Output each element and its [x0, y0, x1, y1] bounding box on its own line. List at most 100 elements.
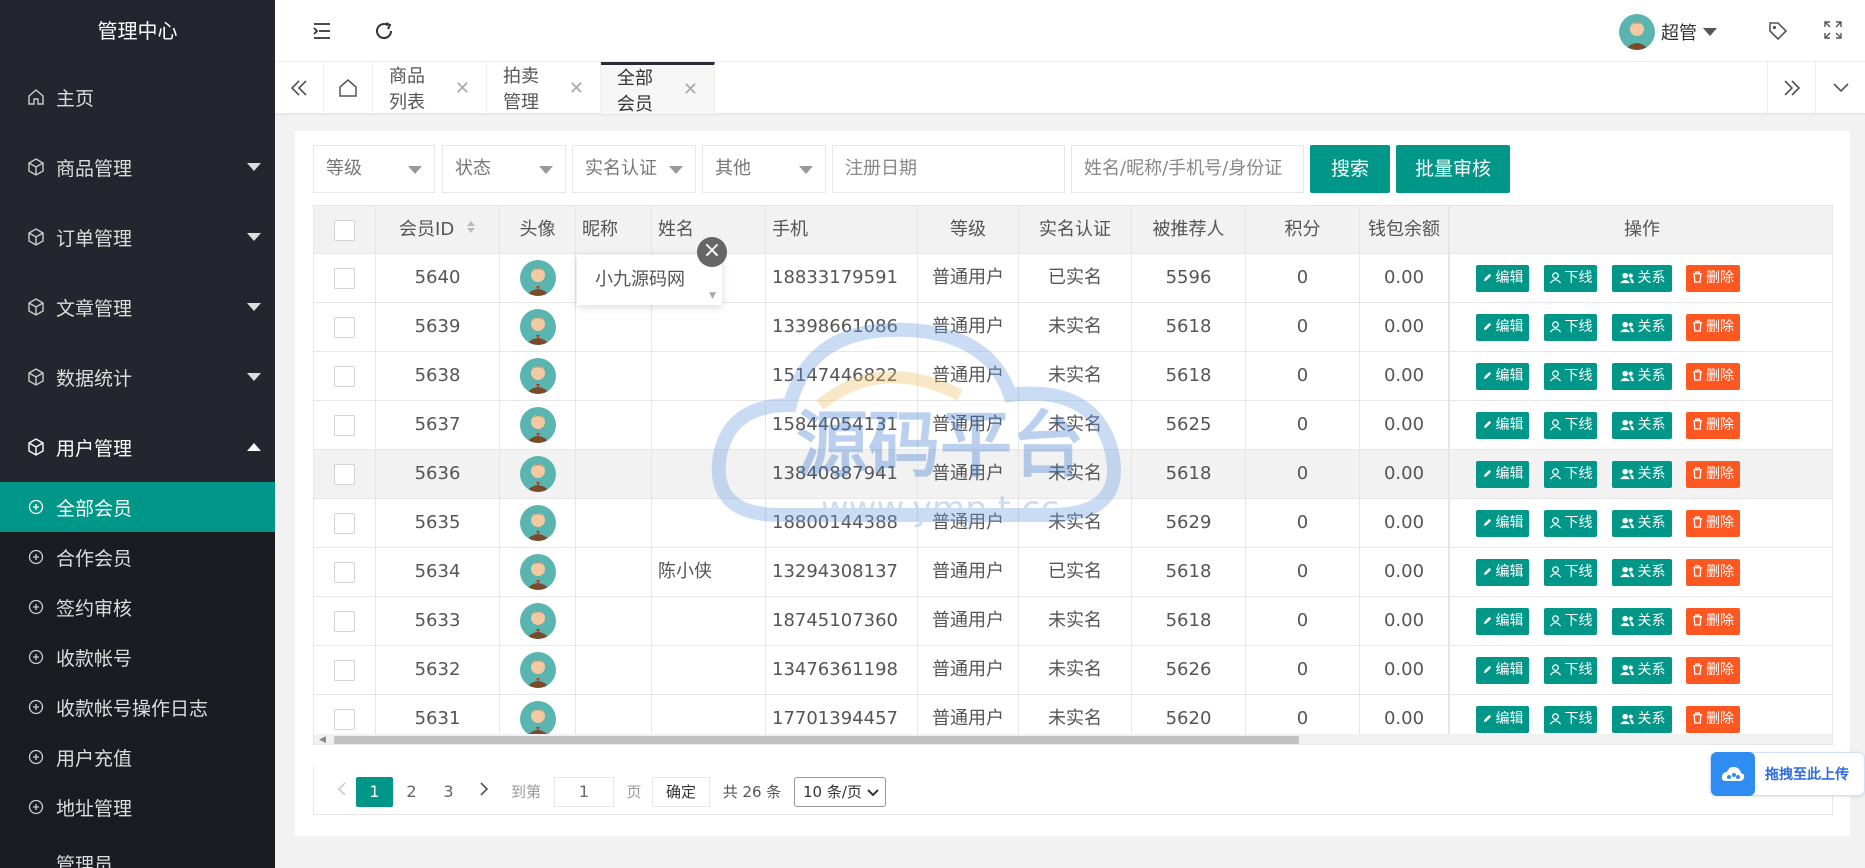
avatar[interactable] — [519, 505, 556, 541]
sidebar-subitem-payment-accounts[interactable]: 收款帐号 — [0, 632, 275, 682]
relation-button[interactable]: 关系 — [1612, 363, 1672, 390]
avatar[interactable] — [519, 407, 556, 443]
relation-button[interactable]: 关系 — [1612, 314, 1672, 341]
row-checkbox[interactable] — [334, 316, 355, 338]
row-checkbox[interactable] — [334, 561, 355, 583]
col-header-id[interactable]: 会员ID — [376, 206, 500, 254]
realname-select[interactable]: 实名认证 — [572, 145, 696, 193]
fullscreen-icon[interactable] — [1823, 20, 1845, 42]
offline-button[interactable]: 下线 — [1544, 608, 1597, 635]
tooltip-close-button[interactable]: × — [697, 237, 727, 267]
tabs-menu-button[interactable] — [1816, 62, 1865, 114]
sidebar-item-home[interactable]: 主页 — [0, 62, 275, 132]
select-all-checkbox[interactable] — [334, 219, 355, 241]
avatar[interactable] — [519, 603, 556, 639]
page-2-button[interactable]: 2 — [393, 777, 430, 807]
keyword-search-input[interactable]: 姓名/昵称/手机号/身份证 — [1071, 145, 1304, 193]
relation-button[interactable]: 关系 — [1612, 559, 1672, 586]
offline-button[interactable]: 下线 — [1544, 461, 1597, 488]
tab-all-members[interactable]: 全部会员 ✕ — [601, 62, 715, 115]
row-checkbox[interactable] — [334, 365, 355, 387]
page-size-select[interactable]: 10 条/页 — [794, 777, 886, 807]
goto-confirm-button[interactable]: 确定 — [652, 777, 710, 807]
edit-button[interactable]: 编辑 — [1476, 412, 1529, 439]
goto-page-input[interactable]: 1 — [554, 777, 614, 807]
other-select[interactable]: 其他 — [702, 145, 826, 193]
page-3-button[interactable]: 3 — [430, 777, 467, 807]
edit-button[interactable]: 编辑 — [1476, 314, 1529, 341]
edit-button[interactable]: 编辑 — [1476, 265, 1529, 292]
edit-button[interactable]: 编辑 — [1476, 706, 1529, 733]
relation-button[interactable]: 关系 — [1612, 657, 1672, 684]
sidebar-subitem-account-logs[interactable]: 收款帐号操作日志 — [0, 682, 275, 732]
delete-button[interactable]: 删除 — [1686, 608, 1740, 635]
edit-button[interactable]: 编辑 — [1476, 657, 1529, 684]
delete-button[interactable]: 删除 — [1686, 412, 1740, 439]
offline-button[interactable]: 下线 — [1544, 657, 1597, 684]
search-button[interactable]: 搜索 — [1310, 145, 1390, 193]
avatar[interactable] — [519, 701, 556, 737]
tab-auction[interactable]: 拍卖管理 ✕ — [487, 62, 601, 114]
offline-button[interactable]: 下线 — [1544, 510, 1597, 537]
register-date-input[interactable]: 注册日期 — [832, 145, 1065, 193]
sidebar-subitem-partners[interactable]: 合作会员 — [0, 532, 275, 582]
tab-home[interactable] — [324, 62, 373, 114]
relation-button[interactable]: 关系 — [1612, 265, 1672, 292]
row-checkbox[interactable] — [334, 512, 355, 534]
row-checkbox[interactable] — [334, 610, 355, 632]
close-icon[interactable]: ✕ — [455, 78, 470, 99]
page-1-button[interactable]: 1 — [356, 777, 393, 807]
offline-button[interactable]: 下线 — [1544, 265, 1597, 292]
delete-button[interactable]: 删除 — [1686, 314, 1740, 341]
avatar[interactable] — [519, 358, 556, 394]
avatar[interactable] — [519, 309, 556, 345]
relation-button[interactable]: 关系 — [1612, 510, 1672, 537]
sidebar-subitem-contract-review[interactable]: 签约审核 — [0, 582, 275, 632]
edit-button[interactable]: 编辑 — [1476, 510, 1529, 537]
avatar[interactable] — [519, 456, 556, 492]
row-checkbox[interactable] — [334, 414, 355, 436]
sidebar-subitem-all-members[interactable]: 全部会员 — [0, 482, 275, 532]
row-checkbox[interactable] — [334, 708, 355, 730]
delete-button[interactable]: 删除 — [1686, 559, 1740, 586]
menu-fold-icon[interactable] — [311, 20, 333, 42]
sidebar-item-admins[interactable]: 管理员 — [0, 832, 275, 868]
sidebar-subitem-addresses[interactable]: 地址管理 — [0, 782, 275, 832]
offline-button[interactable]: 下线 — [1544, 314, 1597, 341]
sidebar-item-goods[interactable]: 商品管理 — [0, 132, 275, 202]
delete-button[interactable]: 删除 — [1686, 706, 1740, 733]
delete-button[interactable]: 删除 — [1686, 265, 1740, 292]
sidebar-item-articles[interactable]: 文章管理 — [0, 272, 275, 342]
relation-button[interactable]: 关系 — [1612, 461, 1672, 488]
sidebar-item-orders[interactable]: 订单管理 — [0, 202, 275, 272]
relation-button[interactable]: 关系 — [1612, 608, 1672, 635]
next-page-icon[interactable] — [474, 777, 494, 807]
sidebar-item-users[interactable]: 用户管理 — [0, 412, 275, 482]
sidebar-subitem-recharge[interactable]: 用户充值 — [0, 732, 275, 782]
sort-icon[interactable] — [466, 206, 476, 254]
close-icon[interactable]: ✕ — [569, 78, 584, 99]
prev-page-icon[interactable] — [332, 777, 352, 807]
delete-button[interactable]: 删除 — [1686, 657, 1740, 684]
offline-button[interactable]: 下线 — [1544, 363, 1597, 390]
avatar[interactable] — [519, 260, 556, 296]
level-select[interactable]: 等级 — [313, 145, 435, 193]
tabs-scroll-left-button[interactable] — [275, 62, 324, 114]
delete-button[interactable]: 删除 — [1686, 461, 1740, 488]
scrollbar-thumb[interactable] — [334, 736, 1299, 744]
delete-button[interactable]: 删除 — [1686, 510, 1740, 537]
status-select[interactable]: 状态 — [442, 145, 566, 193]
relation-button[interactable]: 关系 — [1612, 706, 1672, 733]
relation-button[interactable]: 关系 — [1612, 412, 1672, 439]
avatar[interactable] — [519, 554, 556, 590]
close-icon[interactable]: ✕ — [683, 79, 698, 100]
tabs-scroll-right-button[interactable] — [1767, 62, 1816, 114]
tab-goods-list[interactable]: 商品列表 ✕ — [373, 62, 487, 114]
edit-button[interactable]: 编辑 — [1476, 608, 1529, 635]
refresh-icon[interactable] — [373, 20, 395, 42]
offline-button[interactable]: 下线 — [1544, 706, 1597, 733]
edit-button[interactable]: 编辑 — [1476, 363, 1529, 390]
user-menu[interactable]: 超管 — [1619, 14, 1717, 50]
row-checkbox[interactable] — [334, 659, 355, 681]
horizontal-scrollbar[interactable]: ◀ — [314, 734, 1832, 744]
